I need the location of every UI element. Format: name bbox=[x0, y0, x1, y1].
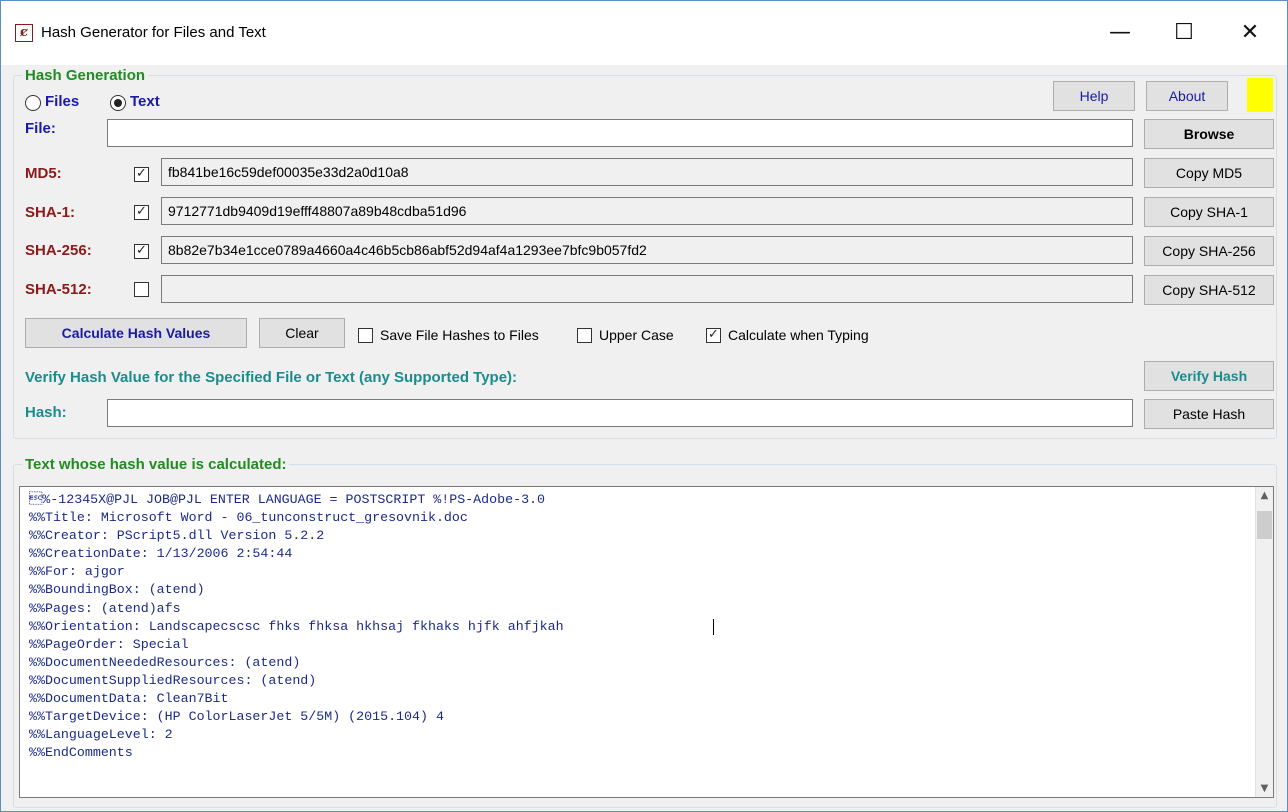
text-line: %%Orientation: Landscapecscsc fhks fhksa… bbox=[29, 618, 564, 634]
sha1-checkbox[interactable]: ✓ bbox=[134, 204, 149, 220]
upper-case-checkbox[interactable] bbox=[577, 328, 592, 343]
text-line: %%Creator: PScript5.dll Version 5.2.2 bbox=[29, 528, 325, 544]
about-button[interactable]: About bbox=[1146, 81, 1228, 111]
files-radio[interactable] bbox=[25, 95, 41, 111]
text-input-area[interactable]: %-12345X@PJL JOB@PJL ENTER LANGUAGE = P… bbox=[19, 486, 1274, 798]
text-radio-label[interactable]: Text bbox=[130, 93, 160, 110]
scroll-up-icon[interactable]: ▲ bbox=[1256, 490, 1273, 501]
verify-hash-button[interactable]: Verify Hash bbox=[1144, 361, 1274, 391]
window-title: Hash Generator for Files and Text bbox=[41, 24, 266, 41]
text-line: %%CreationDate: 1/13/2006 2:54:44 bbox=[29, 546, 293, 562]
calculate-when-typing-checkbox[interactable]: ✓ bbox=[706, 327, 721, 343]
text-line: %%LanguageLevel: 2 bbox=[29, 727, 173, 743]
check-icon: ✓ bbox=[136, 204, 147, 219]
text-line: %%EndComments bbox=[29, 745, 133, 761]
copy-md5-button[interactable]: Copy MD5 bbox=[1144, 158, 1274, 188]
copy-sha1-button[interactable]: Copy SHA-1 bbox=[1144, 197, 1274, 227]
copy-sha256-button[interactable]: Copy SHA-256 bbox=[1144, 236, 1274, 266]
text-line: %%DocumentNeededResources: (atend) bbox=[29, 654, 301, 670]
sha256-checkbox[interactable]: ✓ bbox=[134, 243, 149, 259]
minimize-button[interactable]: — bbox=[1097, 13, 1143, 53]
sha1-value-field[interactable]: 9712771db9409d19efff48807a89b48cdba51d96 bbox=[161, 197, 1133, 225]
check-icon: ✓ bbox=[708, 327, 719, 342]
hash-label: Hash: bbox=[25, 404, 67, 421]
clear-button[interactable]: Clear bbox=[259, 318, 345, 348]
file-label: File: bbox=[25, 120, 56, 137]
help-button[interactable]: Help bbox=[1053, 81, 1135, 111]
text-line: %%PageOrder: Special bbox=[29, 636, 189, 652]
calculate-when-typing-label[interactable]: Calculate when Typing bbox=[728, 327, 869, 343]
app-icon: ȼ bbox=[15, 24, 33, 42]
md5-value-field[interactable]: fb841be16c59def00035e33d2a0d10a8 bbox=[161, 158, 1133, 186]
text-line: %%DocumentData: Clean7Bit bbox=[29, 691, 229, 707]
sha512-checkbox[interactable] bbox=[134, 282, 149, 297]
sha512-value-field[interactable] bbox=[161, 275, 1133, 303]
save-file-hashes-label[interactable]: Save File Hashes to Files bbox=[380, 327, 539, 343]
text-group-title: Text whose hash value is calculated: bbox=[25, 456, 287, 473]
text-content: %-12345X@PJL JOB@PJL ENTER LANGUAGE = P… bbox=[29, 491, 564, 762]
scroll-thumb[interactable] bbox=[1257, 511, 1272, 539]
sha256-label: SHA-256: bbox=[25, 242, 92, 259]
sha256-value-field[interactable]: 8b82e7b34e1cce0789a4660a4c46b5cb86abf52d… bbox=[161, 236, 1133, 264]
files-radio-label[interactable]: Files bbox=[45, 93, 79, 110]
text-line: %%TargetDevice: (HP ColorLaserJet 5/5M) … bbox=[29, 709, 444, 725]
calculate-hash-button[interactable]: Calculate Hash Values bbox=[25, 318, 247, 348]
text-caret bbox=[713, 619, 714, 635]
sha1-label: SHA-1: bbox=[25, 204, 76, 221]
browse-button[interactable]: Browse bbox=[1144, 119, 1274, 149]
vertical-scrollbar[interactable]: ▲ ▼ bbox=[1255, 487, 1273, 797]
text-line: %-12345X@PJL JOB@PJL ENTER LANGUAGE = P… bbox=[29, 492, 546, 507]
text-line: %%Title: Microsoft Word - 06_tunconstruc… bbox=[29, 510, 468, 526]
text-line: %%For: ajgor bbox=[29, 564, 125, 580]
paste-hash-button[interactable]: Paste Hash bbox=[1144, 399, 1274, 429]
maximize-button[interactable]: ☐ bbox=[1161, 13, 1207, 53]
text-line: %%DocumentSuppliedResources: (atend) bbox=[29, 672, 317, 688]
text-line: %%Pages: (atend)afs bbox=[29, 600, 181, 616]
status-indicator bbox=[1247, 78, 1273, 112]
text-line: %%BoundingBox: (atend) bbox=[29, 582, 205, 598]
sha512-label: SHA-512: bbox=[25, 281, 92, 298]
file-path-input[interactable] bbox=[107, 119, 1133, 147]
text-radio[interactable] bbox=[110, 95, 126, 111]
scroll-down-icon[interactable]: ▼ bbox=[1256, 783, 1273, 794]
copy-sha512-button[interactable]: Copy SHA-512 bbox=[1144, 275, 1274, 305]
md5-label: MD5: bbox=[25, 165, 62, 182]
md5-checkbox[interactable]: ✓ bbox=[134, 166, 149, 182]
close-button[interactable]: ✕ bbox=[1227, 13, 1273, 53]
check-icon: ✓ bbox=[136, 243, 147, 258]
hash-generation-title: Hash Generation bbox=[25, 67, 146, 84]
upper-case-label[interactable]: Upper Case bbox=[599, 327, 674, 343]
title-bar: ȼ Hash Generator for Files and Text — ☐ … bbox=[1, 1, 1287, 65]
app-window: ȼ Hash Generator for Files and Text — ☐ … bbox=[0, 0, 1288, 812]
hash-verify-input[interactable] bbox=[107, 399, 1133, 427]
save-file-hashes-checkbox[interactable] bbox=[358, 328, 373, 343]
check-icon: ✓ bbox=[136, 166, 147, 181]
verify-heading: Verify Hash Value for the Specified File… bbox=[25, 369, 518, 386]
